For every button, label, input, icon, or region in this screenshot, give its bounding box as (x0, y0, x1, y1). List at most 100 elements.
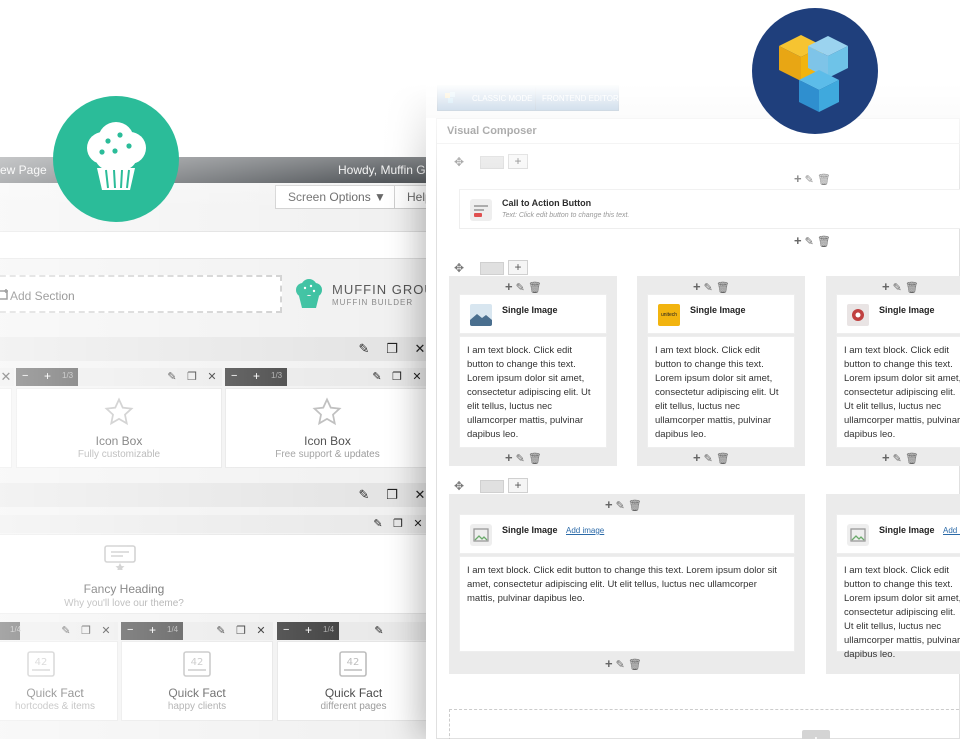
edit-icon[interactable]: ✎ (367, 367, 387, 387)
trash-icon[interactable]: 🗑 (817, 174, 834, 186)
trash-icon[interactable]: 🗑 (628, 500, 645, 512)
row-layout-button[interactable] (480, 156, 504, 169)
screen-options-button[interactable]: Screen Options ▼ (275, 185, 399, 209)
copy-icon[interactable]: ❐ (382, 485, 402, 505)
expand-button[interactable]: + (44, 369, 51, 383)
frontend-editor-button[interactable]: FRONTEND EDITOR (542, 94, 619, 103)
copy-icon[interactable]: ❐ (182, 367, 202, 387)
icon-box-item[interactable]: Icon Box Free support & updates (225, 388, 430, 468)
icon-box-item[interactable]: Icon Box Fully customizable (16, 388, 222, 468)
pencil-icon[interactable]: ✎ (516, 453, 528, 465)
help-button[interactable]: Help (394, 185, 430, 209)
plus-icon[interactable]: + (605, 656, 616, 671)
edit-icon[interactable]: ✎ (369, 621, 389, 641)
pencil-icon[interactable]: ✎ (805, 174, 817, 186)
expand-button[interactable]: + (149, 623, 156, 637)
trash-icon[interactable]: 🗑 (905, 282, 922, 294)
close-icon[interactable]: ✕ (251, 621, 271, 641)
shrink-button[interactable]: − (231, 370, 237, 382)
trash-icon[interactable]: 🗑 (817, 236, 834, 248)
trash-icon[interactable]: 🗑 (716, 282, 733, 294)
move-icon[interactable]: ✥ (454, 479, 464, 493)
trash-icon[interactable]: 🗑 (716, 453, 733, 465)
expand-button[interactable]: + (305, 623, 312, 637)
plus-icon[interactable]: + (505, 279, 516, 294)
single-image-element[interactable]: Single Image (836, 294, 960, 334)
row-layout-button[interactable] (480, 480, 504, 493)
single-image-element[interactable]: Single Image Add image (459, 514, 795, 554)
add-column-button[interactable]: + (508, 154, 528, 169)
single-image-element[interactable]: Single Image (459, 294, 607, 334)
edit-icon[interactable]: ✎ (368, 514, 388, 534)
add-image-link[interactable]: Add image (566, 526, 604, 535)
close-icon[interactable]: ✕ (0, 367, 16, 387)
pencil-icon[interactable]: ✎ (805, 236, 817, 248)
move-icon[interactable]: ✥ (454, 155, 464, 169)
add-element-button[interactable]: + (802, 730, 830, 739)
trash-icon[interactable]: 🗑 (905, 453, 922, 465)
trash-icon[interactable]: 🗑 (628, 659, 645, 671)
plus-icon[interactable]: + (882, 450, 893, 465)
edit-icon[interactable]: ✎ (354, 339, 374, 359)
edit-icon[interactable]: ✎ (162, 367, 182, 387)
text-block[interactable]: I am text block. Click edit button to ch… (459, 556, 795, 652)
quick-fact-item[interactable]: 42 Quick Fact hortcodes & items (0, 641, 118, 721)
copy-icon[interactable]: ❐ (388, 514, 408, 534)
plus-icon[interactable]: + (794, 233, 805, 248)
pencil-icon[interactable]: ✎ (704, 282, 716, 294)
trash-icon[interactable]: 🗑 (528, 282, 545, 294)
move-icon[interactable]: ✥ (454, 261, 464, 275)
copy-icon[interactable]: ❐ (382, 339, 402, 359)
text-block[interactable]: I am text block. Click edit button to ch… (836, 556, 960, 660)
column-tools: +✎🗑 (882, 450, 922, 465)
row-layout-button[interactable] (480, 262, 504, 275)
add-section-button[interactable]: Add Section (0, 275, 282, 313)
item-partial[interactable] (0, 388, 12, 468)
close-icon[interactable]: ✕ (408, 514, 428, 534)
shrink-button[interactable]: − (127, 624, 133, 636)
add-element-area[interactable]: + (449, 709, 960, 739)
text-block[interactable]: I am text block. Click edit button to ch… (647, 336, 795, 448)
admin-bar-howdy[interactable]: Howdy, Muffin Gro (338, 163, 430, 177)
pencil-icon[interactable]: ✎ (516, 282, 528, 294)
classic-mode-button[interactable]: CLASSIC MODE (472, 94, 532, 103)
plus-icon[interactable]: + (605, 497, 616, 512)
add-image-link[interactable]: Add i (943, 526, 960, 535)
copy-icon[interactable]: ❐ (231, 621, 251, 641)
plus-icon[interactable]: + (693, 279, 704, 294)
pencil-icon[interactable]: ✎ (893, 453, 905, 465)
fancy-heading-item[interactable]: Fancy Heading Why you'll love our theme? (0, 534, 430, 614)
cta-element[interactable]: Call to Action Button Text: Click edit b… (459, 189, 960, 229)
pencil-icon[interactable]: ✎ (893, 282, 905, 294)
pencil-icon[interactable]: ✎ (616, 659, 628, 671)
edit-icon[interactable]: ✎ (211, 621, 231, 641)
page-title-input[interactable] (0, 231, 430, 259)
quick-fact-number: 42 (347, 657, 360, 668)
shrink-button[interactable]: − (283, 624, 289, 636)
plus-icon[interactable]: + (882, 279, 893, 294)
admin-bar-view-page[interactable]: ew Page (0, 163, 47, 177)
quick-fact-item[interactable]: 42 Quick Fact happy clients (121, 641, 273, 721)
edit-icon[interactable]: ✎ (354, 485, 374, 505)
single-image-element[interactable]: unitech Single Image (647, 294, 795, 334)
plus-icon[interactable]: + (505, 450, 516, 465)
edit-icon[interactable]: ✎ (56, 621, 76, 641)
quick-fact-item[interactable]: 42 Quick Fact different pages (277, 641, 430, 721)
shrink-button[interactable]: − (22, 370, 28, 382)
text-block[interactable]: I am text block. Click edit button to ch… (459, 336, 607, 448)
close-icon[interactable]: ✕ (96, 621, 116, 641)
single-image-element[interactable]: Single Image Add i (836, 514, 960, 554)
pencil-icon[interactable]: ✎ (616, 500, 628, 512)
copy-icon[interactable]: ❐ (76, 621, 96, 641)
trash-icon[interactable]: 🗑 (528, 453, 545, 465)
add-column-button[interactable]: + (508, 478, 528, 493)
add-column-button[interactable]: + (508, 260, 528, 275)
pencil-icon[interactable]: ✎ (704, 453, 716, 465)
close-icon[interactable]: ✕ (407, 367, 427, 387)
plus-icon[interactable]: + (794, 171, 805, 186)
expand-button[interactable]: + (253, 369, 260, 383)
copy-icon[interactable]: ❐ (387, 367, 407, 387)
plus-icon[interactable]: + (693, 450, 704, 465)
close-icon[interactable]: ✕ (202, 367, 222, 387)
text-block[interactable]: I am text block. Click edit button to ch… (836, 336, 960, 448)
